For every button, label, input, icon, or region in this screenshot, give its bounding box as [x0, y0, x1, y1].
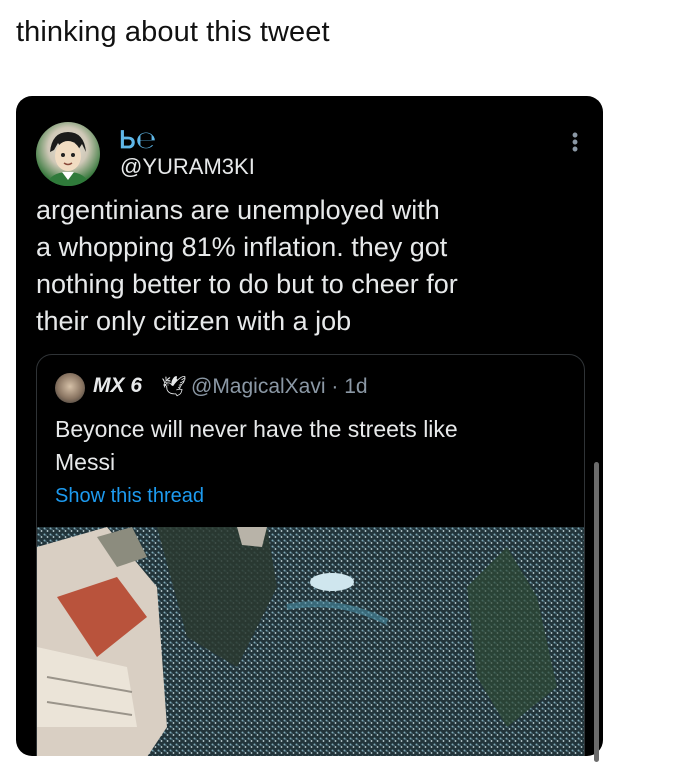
dove-icon: 🕊: [161, 376, 187, 398]
display-name[interactable]: Ꮟ℮: [120, 126, 156, 154]
avatar[interactable]: [36, 122, 100, 186]
quoted-handle-time[interactable]: @MagicalXavi · 1d: [191, 375, 368, 399]
aerial-crowd-image: [37, 527, 584, 756]
show-thread-link[interactable]: Show this thread: [55, 485, 204, 508]
quoted-tweet[interactable]: MX 6 🕊 @MagicalXavi · 1d Beyonce will ne…: [36, 354, 585, 756]
post-caption: thinking about this tweet: [16, 16, 330, 48]
scrollbar[interactable]: [594, 462, 599, 762]
tweet-text: argentinians are unemployed with a whopp…: [36, 195, 458, 336]
user-handle[interactable]: @YURAM3KI: [120, 154, 255, 180]
more-vertical-icon[interactable]: • • •: [569, 126, 581, 158]
crowd-photo[interactable]: [37, 527, 584, 756]
quoted-display-name[interactable]: MX 6: [93, 374, 142, 398]
tweet-card[interactable]: Ꮟ℮ @YURAM3KI • • • argentinians are unempl…: [16, 96, 603, 756]
anime-avatar-icon: [46, 132, 90, 186]
quoted-text: Beyonce will never have the streets like…: [55, 416, 458, 475]
quoted-avatar[interactable]: [55, 373, 85, 403]
